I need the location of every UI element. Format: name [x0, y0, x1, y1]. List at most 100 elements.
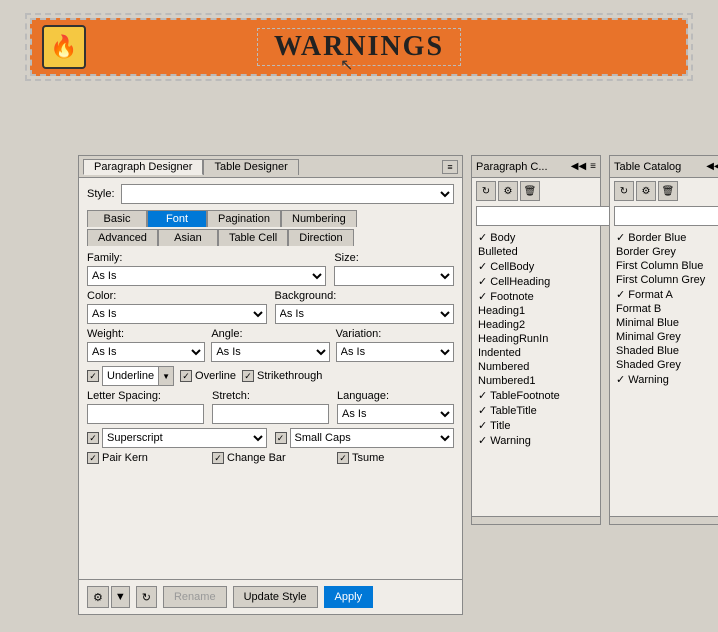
size-select[interactable] [334, 266, 454, 286]
paragraph-designer-titlebar: Paragraph Designer Table Designer ≡ [79, 156, 462, 178]
small-caps-checkbox[interactable]: ✓ [275, 432, 287, 444]
table-catalog-scrollbar[interactable] [610, 516, 718, 524]
pair-kern-checkbox[interactable]: ✓ [87, 452, 99, 464]
list-item[interactable]: HeadingRunIn [476, 332, 596, 346]
list-item[interactable]: First Column Blue [614, 259, 718, 273]
rename-button[interactable]: Rename [163, 586, 227, 608]
apply-button[interactable]: Apply [324, 586, 374, 608]
catalog-gear-btn[interactable]: ⚙ [498, 181, 518, 201]
strikethrough-label: Strikethrough [257, 370, 322, 382]
weight-select[interactable]: As Is [87, 342, 205, 362]
language-select[interactable]: As Is [337, 404, 454, 424]
list-item[interactable]: Heading1 [476, 304, 596, 318]
list-item[interactable]: ✓ CellHeading [476, 274, 596, 289]
paragraph-catalog-scrollbar[interactable] [472, 516, 600, 524]
tsume-checkbox[interactable]: ✓ [337, 452, 349, 464]
top-area: 🔥 WARNINGS ↖ [0, 0, 718, 84]
list-item[interactable]: ✓ Warning [614, 372, 718, 387]
background-select[interactable]: As Is [275, 304, 455, 324]
underline-arrow[interactable]: ▼ [158, 367, 173, 385]
list-item[interactable]: Indented [476, 346, 596, 360]
paragraph-catalog-titlebar: Paragraph C... ◀◀ ≡ [472, 156, 600, 178]
overline-item: ✓ Overline [180, 370, 236, 382]
background-col: Background: As Is [275, 290, 455, 324]
tab-numbering[interactable]: Numbering [281, 210, 357, 227]
tab-asian[interactable]: Asian [158, 229, 218, 246]
list-item[interactable]: Minimal Grey [614, 330, 718, 344]
list-item[interactable]: ✓ Border Blue [614, 230, 718, 245]
list-item[interactable]: ✓ Title [476, 418, 596, 433]
catalog-refresh-btn[interactable]: ↻ [476, 181, 496, 201]
catalog-collapse-btn[interactable]: ◀◀ [571, 161, 586, 172]
family-label: Family: [87, 252, 326, 264]
list-item[interactable]: ✓ Format A [614, 287, 718, 302]
color-label: Color: [87, 290, 267, 302]
inner-tabs-row1: Basic Font Pagination Numbering [87, 210, 454, 227]
angle-label: Angle: [211, 328, 329, 340]
list-item[interactable]: ✓ TableFootnote [476, 388, 596, 403]
gear-button[interactable]: ⚙ [87, 586, 109, 608]
tab-table-cell[interactable]: Table Cell [218, 229, 288, 246]
tab-table-designer[interactable]: Table Designer [203, 159, 298, 175]
paragraph-catalog-list: ✓ Body Bulleted✓ CellBody✓ CellHeading✓ … [472, 228, 600, 450]
overline-checkbox[interactable]: ✓ [180, 370, 192, 382]
arrow-down-button[interactable]: ▼ [111, 586, 130, 608]
style-select[interactable] [121, 184, 454, 204]
list-item[interactable]: ✓ Body [476, 230, 596, 245]
underline-dropdown[interactable]: Underline ▼ [102, 366, 174, 386]
stretch-input[interactable] [212, 404, 329, 424]
update-style-button[interactable]: Update Style [233, 586, 318, 608]
list-item[interactable]: Shaded Blue [614, 344, 718, 358]
panel-menu-button[interactable]: ≡ [442, 160, 458, 174]
list-item[interactable]: Heading2 [476, 318, 596, 332]
tab-direction[interactable]: Direction [288, 229, 353, 246]
list-item[interactable]: Numbered1 [476, 374, 596, 388]
superscript-select[interactable]: Superscript [102, 428, 267, 448]
color-col: Color: As Is [87, 290, 267, 324]
list-item[interactable]: Bulleted [476, 245, 596, 259]
table-catalog-delete-btn[interactable]: 🗑 [658, 181, 678, 201]
refresh-button[interactable]: ↻ [136, 586, 157, 608]
small-caps-select[interactable]: Small Caps [290, 428, 455, 448]
strikethrough-item: ✓ Strikethrough [242, 370, 322, 382]
table-catalog-gear-btn[interactable]: ⚙ [636, 181, 656, 201]
language-label: Language: [337, 390, 454, 402]
variation-select[interactable]: As Is [336, 342, 454, 362]
list-item[interactable]: First Column Grey [614, 273, 718, 287]
change-bar-item: ✓ Change Bar [212, 452, 329, 464]
list-item[interactable]: ✓ TableTitle [476, 403, 596, 418]
list-item[interactable]: ✓ Footnote [476, 289, 596, 304]
table-catalog-title: Table Catalog [614, 161, 702, 173]
family-size-row: Family: As Is Size: [87, 252, 454, 286]
table-catalog-refresh-btn[interactable]: ↻ [614, 181, 634, 201]
variation-label: Variation: [336, 328, 454, 340]
style-row: Style: [87, 184, 454, 204]
angle-col: Angle: As Is [211, 328, 329, 362]
tab-paragraph-designer[interactable]: Paragraph Designer [83, 159, 203, 175]
tab-basic[interactable]: Basic [87, 210, 147, 227]
color-select[interactable]: As Is [87, 304, 267, 324]
angle-select[interactable]: As Is [211, 342, 329, 362]
catalog-menu-btn[interactable]: ≡ [590, 161, 596, 172]
underline-checkbox[interactable]: ✓ [87, 370, 99, 382]
table-catalog-collapse-btn[interactable]: ◀◀ [706, 161, 718, 172]
list-item[interactable]: Format B [614, 302, 718, 316]
list-item[interactable]: ✓ Warning [476, 433, 596, 448]
superscript-checkbox[interactable]: ✓ [87, 432, 99, 444]
list-item[interactable]: ✓ CellBody [476, 259, 596, 274]
letter-spacing-input[interactable] [87, 404, 204, 424]
bottom-buttons: ⚙ ▼ ↻ Rename Update Style Apply [79, 579, 462, 614]
family-select[interactable]: As Is [87, 266, 326, 286]
list-item[interactable]: Numbered [476, 360, 596, 374]
tab-font[interactable]: Font [147, 210, 207, 227]
tab-advanced[interactable]: Advanced [87, 229, 158, 246]
list-item[interactable]: Minimal Blue [614, 316, 718, 330]
list-item[interactable]: Border Grey [614, 245, 718, 259]
tab-pagination[interactable]: Pagination [207, 210, 281, 227]
change-bar-checkbox[interactable]: ✓ [212, 452, 224, 464]
strikethrough-checkbox[interactable]: ✓ [242, 370, 254, 382]
catalog-delete-btn[interactable]: 🗑 [520, 181, 540, 201]
list-item[interactable]: Shaded Grey [614, 358, 718, 372]
paragraph-search-input[interactable] [476, 206, 624, 226]
table-search-input[interactable] [614, 206, 718, 226]
